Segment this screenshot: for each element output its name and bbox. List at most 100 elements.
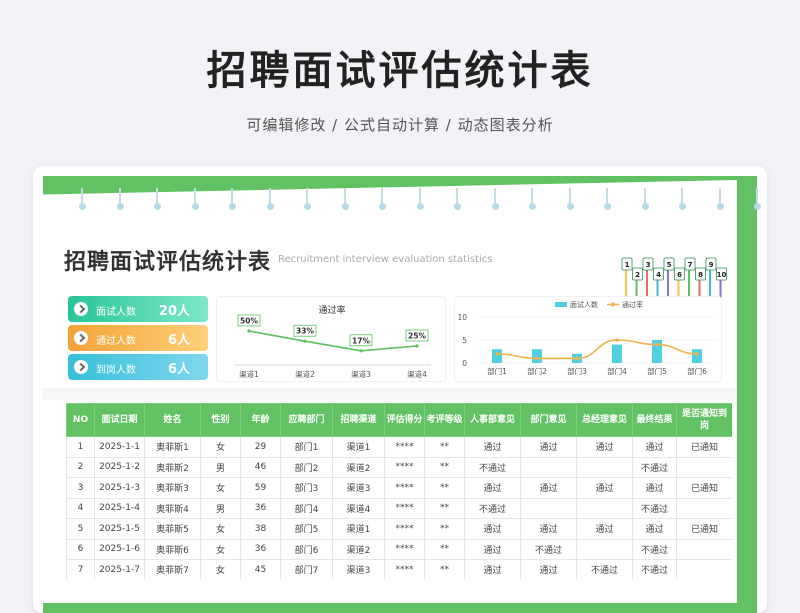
binder-ring [529,188,536,212]
table-cell: ** [424,456,465,478]
table-cell: 渠道1 [332,518,385,540]
x-tick-label: 部门5 [647,366,667,376]
table-cell [676,538,732,560]
binder-ring [754,188,761,212]
table-cell: 通过 [576,436,633,458]
binder-ring [266,188,274,212]
card-number: 9 [709,261,714,269]
column-header: 面试日期 [94,403,145,437]
table-cell: 不通过 [632,559,677,580]
card-number: 8 [698,271,703,279]
table-cell: 2025-1-2 [94,456,145,478]
table-cell: ** [424,436,465,458]
kpi-onboard-count: 到岗人数 6人 [68,354,208,380]
table-cell: **** [384,559,425,580]
y-tick-label: 5 [462,336,467,345]
card-number: 10 [717,271,727,279]
table-cell [676,456,732,478]
chevron-right-icon [74,331,88,345]
table-cell: 2025-1-7 [94,559,145,580]
y-tick-label: 10 [457,313,467,322]
table-cell: 不通过 [464,456,521,478]
kpi-value: 6人 [167,362,190,377]
column-header: 性别 [200,403,241,437]
table-cell: 不通过 [632,538,677,560]
table-cell: 通过 [632,436,677,458]
data-point [247,329,251,333]
table-cell: 2025-1-3 [94,477,145,499]
kpi-label: 通过人数 [96,336,136,347]
table-cell: 45 [240,559,281,580]
x-tick-label: 部门1 [487,366,507,376]
binder-ring [604,188,611,212]
column-header: NO [66,403,95,437]
table-cell: 奥菲斯2 [144,456,201,478]
table-cell [520,456,577,478]
table-cell: ** [424,518,465,540]
table-cell: 通过 [464,538,521,560]
table-cell: 部门5 [280,518,333,540]
table-cell: **** [384,538,425,560]
table-row: 2 2025-1-2 奥菲斯2 男 46 部门2 渠道2 **** ** 不通过 不通过 [66,456,732,478]
table-cell: 4 [66,497,95,519]
data-point [415,344,419,348]
table-cell: 奥菲斯3 [144,477,201,499]
table-cell: 女 [200,559,241,580]
kpi-label: 到岗人数 [96,365,136,376]
table-cell: 2 [66,456,95,478]
line-point [495,352,499,356]
chevron-right-icon [74,302,88,316]
table-row: 4 2025-1-4 奥菲斯4 男 36 部门4 渠道4 **** ** 不通过 不通过 [66,497,732,519]
table-cell: 通过 [632,518,677,540]
column-header: 姓名 [144,403,201,437]
column-header: 考评等级 [424,403,465,437]
x-tick-label: 渠道4 [407,369,427,379]
table-cell: 部门2 [280,456,333,478]
x-tick-label: 部门3 [567,366,587,376]
table-cell: 渠道1 [332,436,385,458]
x-tick-label: 部门6 [687,366,707,376]
table-cell: 奥菲斯5 [144,518,201,540]
table-header: NO 面试日期 姓名 性别 年龄 应聘部门 招聘渠道 评估得分 考评等级 人事部意见 部门意见 总经理… [66,403,732,437]
data-point [359,349,363,353]
table-cell: 通过 [520,559,577,580]
table-cell: 奥菲斯7 [144,559,201,580]
people-holding-cards-icon: 12345678910 [621,257,727,300]
legend-swatch-bar [555,302,567,307]
binder-ring [304,188,311,212]
bar [492,349,502,363]
table-cell: 通过 [464,436,521,458]
card-number: 1 [625,261,630,269]
card-number: 4 [656,271,661,279]
card-number: 2 [635,271,640,279]
table-row: 7 2025-1-7 奥菲斯7 女 45 部门7 渠道3 **** ** 通过 通过 不通过 不通过 [66,559,732,580]
data-label: 50% [240,317,258,326]
x-tick-label: 渠道3 [351,369,371,379]
table-cell: 不通过 [632,497,677,519]
card-number: 6 [677,271,682,279]
table-cell [576,538,633,560]
line-point [535,356,539,361]
table-cell: 通过 [464,518,521,540]
column-header: 应聘部门 [280,403,333,437]
table-cell [576,456,633,478]
table-cell: 部门6 [280,538,333,560]
column-header: 部门意见 [520,403,577,437]
notebook-rings [33,188,761,218]
table-row: 1 2025-1-1 奥菲斯1 女 29 部门1 渠道1 **** ** 通过 通过 通过 通过 已通知 [66,436,732,458]
table-cell: 渠道2 [332,538,385,560]
table-cell: 通过 [520,477,577,499]
divider [42,388,736,400]
table-cell: 已通知 [676,436,732,458]
column-header: 最终结果 [632,403,677,437]
card-number: 3 [646,261,651,269]
table-cell: 女 [200,477,241,499]
binder-ring [341,188,349,212]
table-cell: 渠道3 [332,559,385,580]
kpi-pass-count: 通过人数 6人 [68,325,208,351]
binder-ring [79,188,86,212]
column-header: 年龄 [240,403,281,437]
table-cell: 5 [66,518,95,540]
table-cell: 通过 [464,559,521,580]
table-cell: ** [424,497,465,519]
